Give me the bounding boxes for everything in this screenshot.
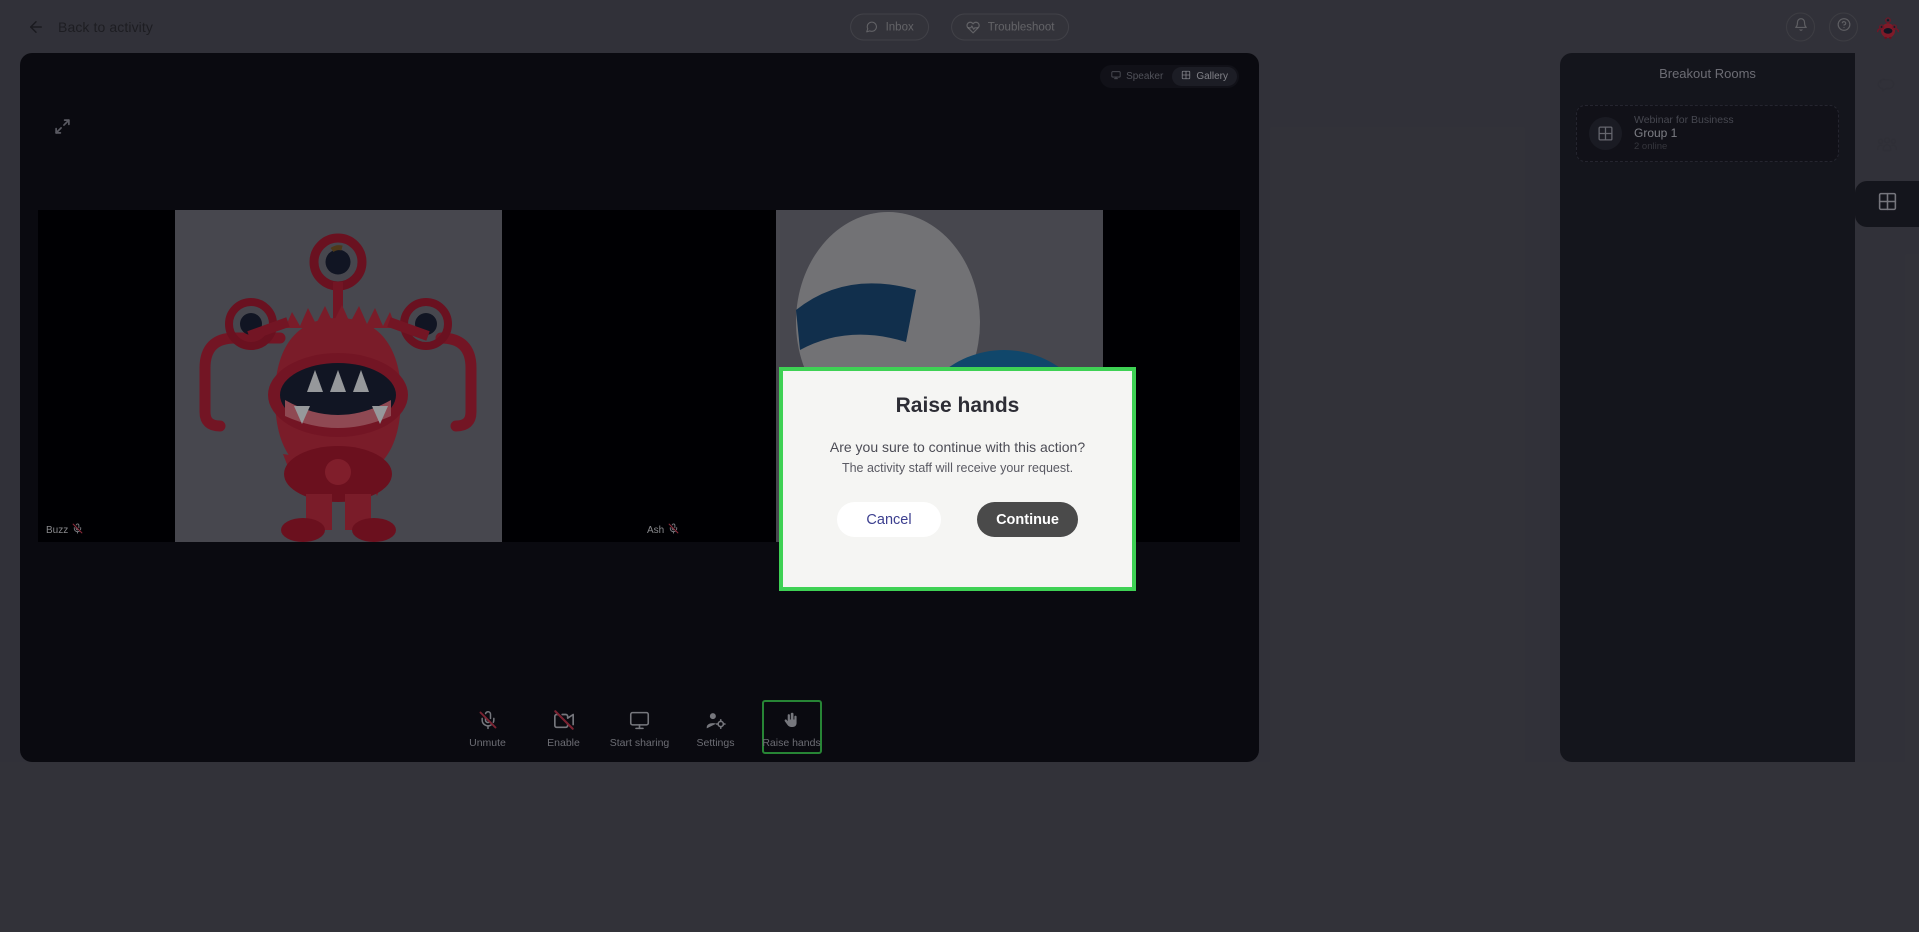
- raise-hands-confirm-dialog: Raise hands Are you sure to continue wit…: [779, 367, 1136, 591]
- dialog-message-secondary: The activity staff will receive your req…: [841, 461, 1074, 475]
- dialog-title: Raise hands: [895, 394, 1020, 417]
- app-root: Back to activity Inbox Troubleshoot Spea…: [0, 0, 1919, 932]
- cancel-button[interactable]: Cancel: [837, 502, 941, 537]
- dialog-message-primary: Are you sure to continue with this actio…: [829, 439, 1086, 455]
- dialog-actions: Cancel Continue: [837, 502, 1078, 537]
- continue-button[interactable]: Continue: [977, 502, 1078, 537]
